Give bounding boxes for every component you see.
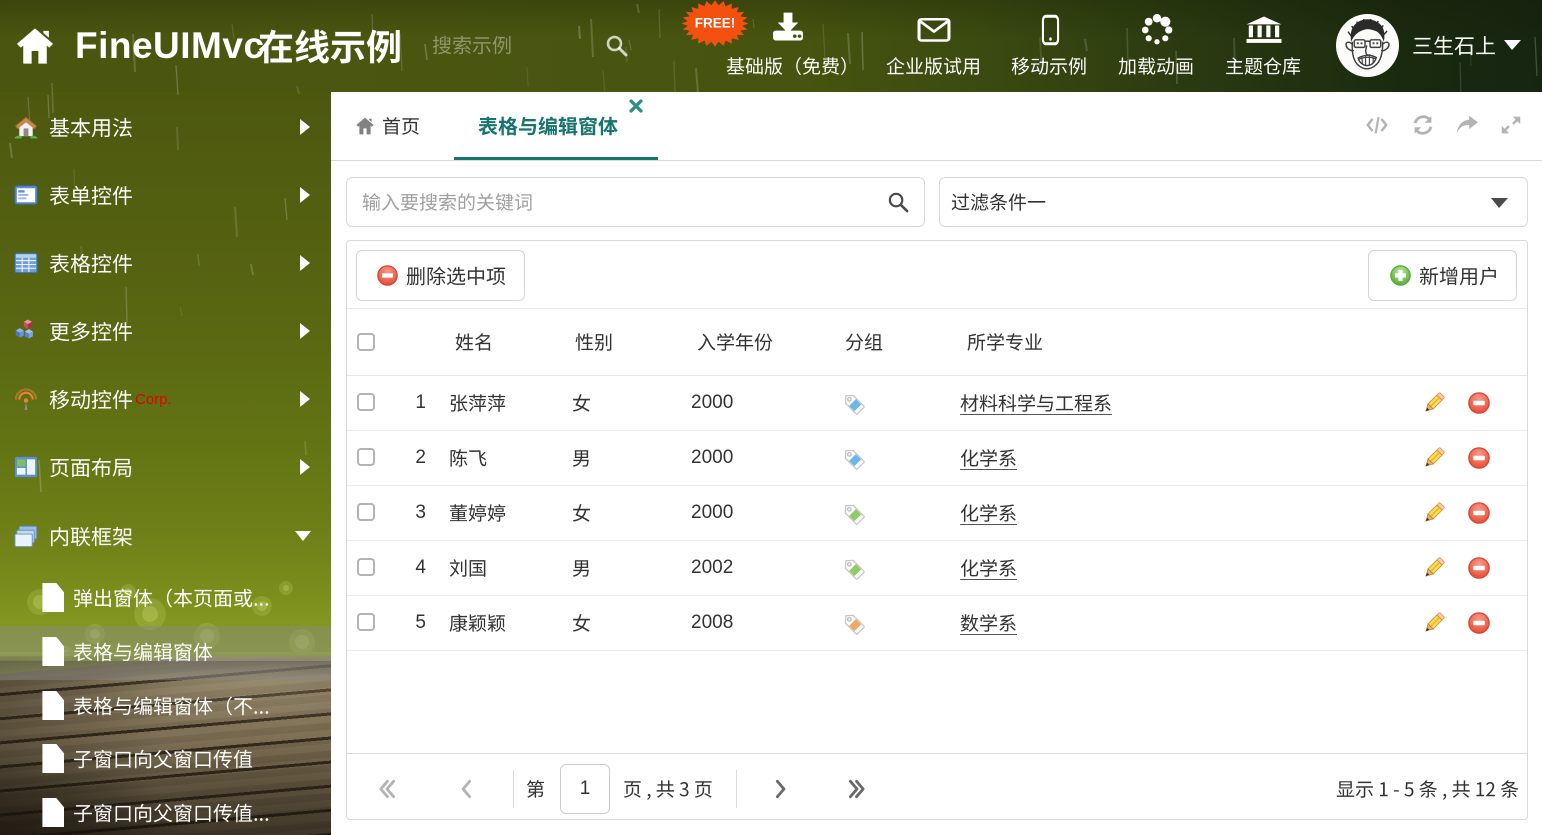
svg-text:FREE!: FREE!	[695, 16, 736, 31]
